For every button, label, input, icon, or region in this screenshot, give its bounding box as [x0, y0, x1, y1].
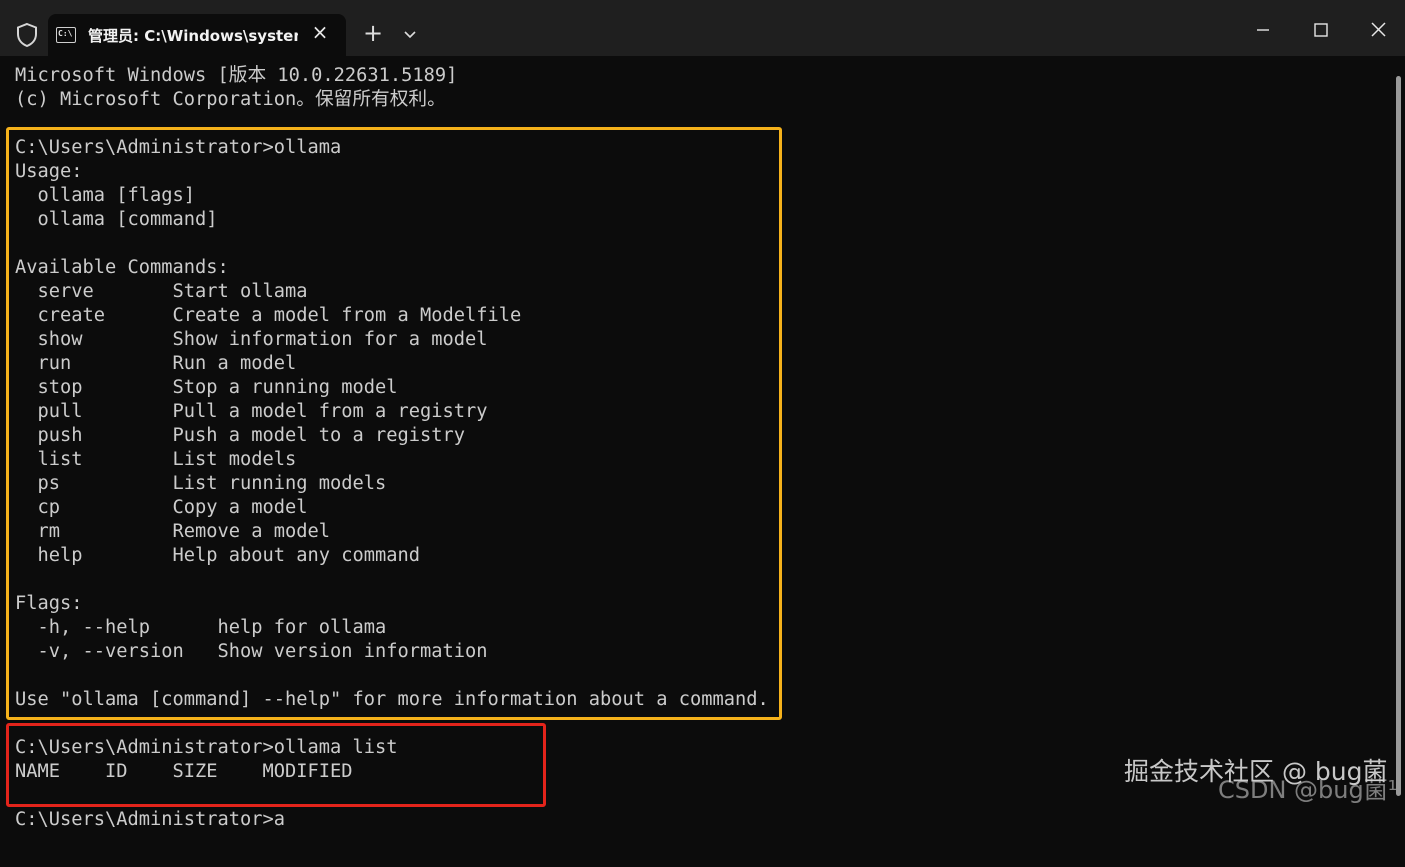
terminal-line: C:\Users\Administrator>a [15, 809, 286, 830]
chevron-down-icon[interactable] [402, 26, 418, 42]
close-tab-button[interactable]: × [310, 22, 330, 42]
maximize-button[interactable] [1298, 14, 1344, 44]
close-window-button[interactable] [1355, 14, 1401, 44]
tab-title: 管理员: C:\Windows\system32 [88, 27, 298, 45]
minimize-button[interactable] [1240, 14, 1286, 44]
terminal-output-area[interactable]: Microsoft Windows [版本 10.0.22631.5189] (… [0, 56, 1405, 867]
highlight-box-ollama-help [6, 127, 782, 720]
shield-icon [17, 22, 37, 48]
watermark-csdn: CSDN @bug菌¹ [1218, 776, 1398, 804]
title-bar: C:\ 管理员: C:\Windows\system32 × + [0, 0, 1405, 56]
new-tab-button[interactable]: + [362, 21, 384, 45]
highlight-box-ollama-list [6, 723, 546, 807]
terminal-line: Microsoft Windows [版本 10.0.22631.5189] [15, 65, 458, 86]
tab-admin-cmd[interactable]: C:\ 管理员: C:\Windows\system32 × [48, 14, 346, 56]
cmd-icon: C:\ [56, 27, 76, 43]
terminal-line: (c) Microsoft Corporation。保留所有权利。 [15, 89, 446, 110]
vertical-scrollbar[interactable] [1396, 76, 1401, 796]
terminal-window: C:\ 管理员: C:\Windows\system32 × + Microso… [0, 0, 1405, 867]
